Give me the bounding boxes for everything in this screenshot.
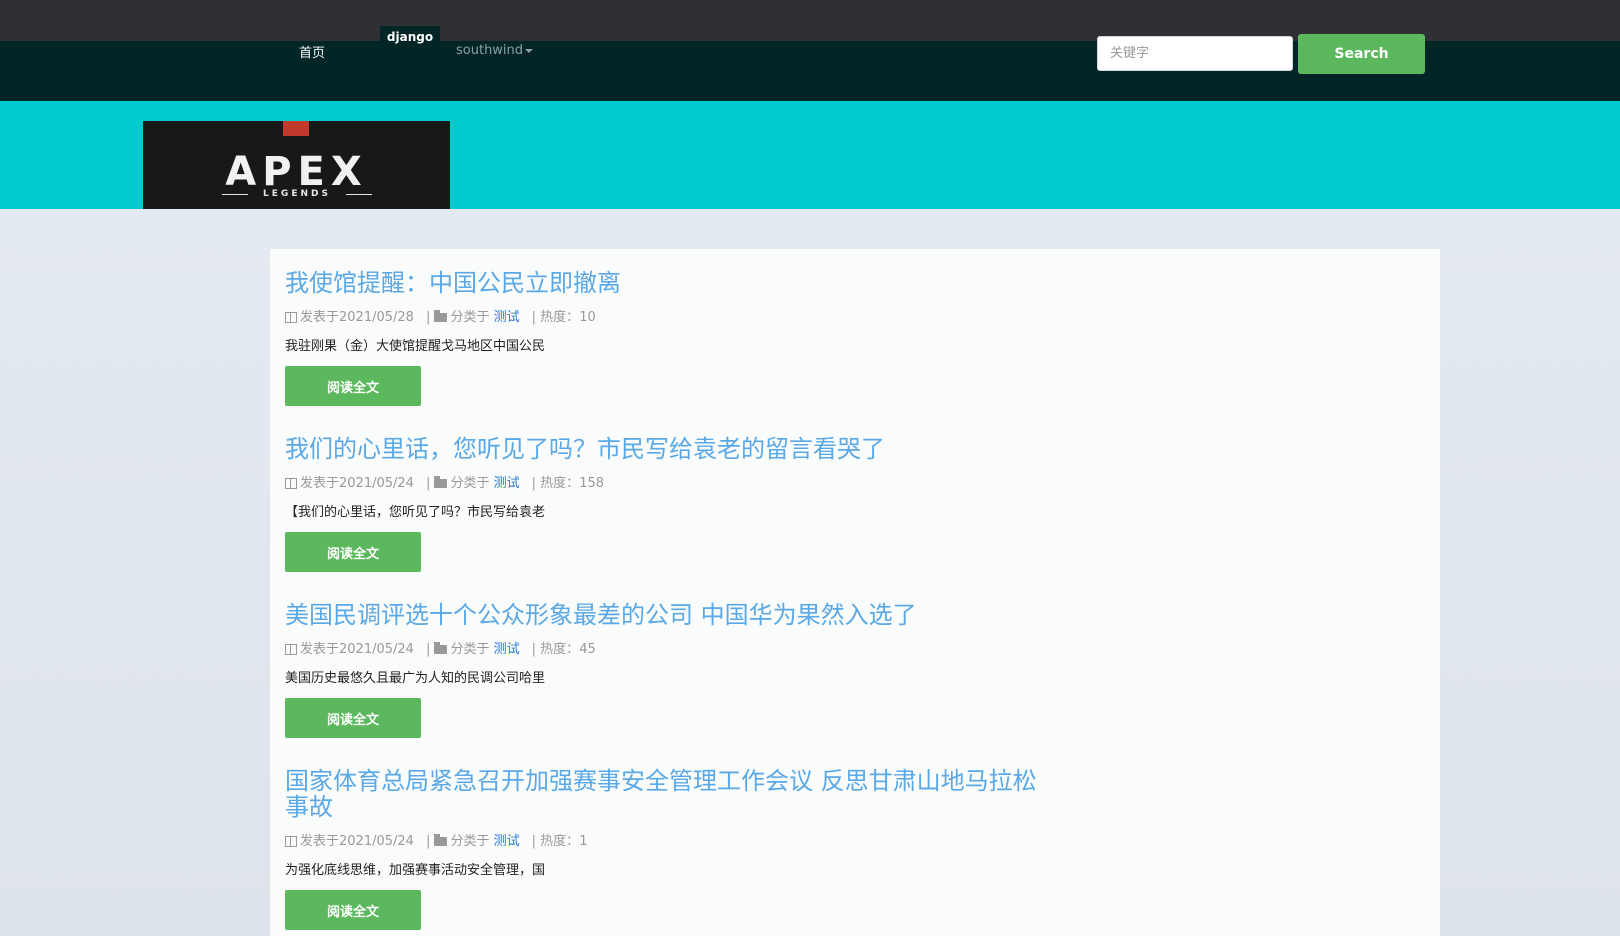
heat-value: 45 xyxy=(579,642,596,657)
apex-emblem-icon xyxy=(283,121,309,136)
heat-label: 热度： xyxy=(540,834,580,849)
nav-home-link[interactable]: 首页 xyxy=(299,42,325,61)
category-link[interactable]: 测试 xyxy=(494,310,520,325)
category-label: 分类于 xyxy=(450,642,490,657)
read-more-button[interactable]: 阅读全文 xyxy=(285,890,421,930)
article-title[interactable]: 美国民调评选十个公众形象最差的公司 中国华为果然入选了 xyxy=(285,602,1045,628)
read-more-button[interactable]: 阅读全文 xyxy=(285,698,421,738)
category-link[interactable]: 测试 xyxy=(494,642,520,657)
article-date: 发表于2021/05/28 xyxy=(300,310,414,325)
article-item: 我们的心里话，您听见了吗？市民写给袁老的留言看哭了 发表于2021/05/24 |… xyxy=(285,436,1045,572)
calendar-icon xyxy=(285,836,297,847)
nav-user-dropdown[interactable]: southwind xyxy=(456,43,534,58)
logo-rule-right xyxy=(346,194,372,195)
heat-value: 10 xyxy=(579,310,596,325)
logo-subtitle-row: LEGENDS xyxy=(222,189,372,201)
article-title[interactable]: 国家体育总局紧急召开加强赛事安全管理工作会议 反思甘肃山地马拉松事故 xyxy=(285,768,1045,820)
nav-user-label: southwind xyxy=(456,43,524,58)
read-more-button[interactable]: 阅读全文 xyxy=(285,532,421,572)
category-label: 分类于 xyxy=(450,310,490,325)
folder-icon xyxy=(434,642,448,654)
nav-brand-django[interactable]: django xyxy=(380,26,440,50)
article-meta: 发表于2021/05/24 | 分类于 测试 | 热度：1 xyxy=(285,830,1045,849)
search-input[interactable] xyxy=(1097,36,1293,71)
folder-icon xyxy=(434,310,448,322)
search-button[interactable]: Search xyxy=(1298,34,1425,74)
logo-subtitle: LEGENDS xyxy=(263,189,331,199)
calendar-icon xyxy=(285,312,297,323)
category-label: 分类于 xyxy=(450,476,490,491)
article-meta: 发表于2021/05/24 | 分类于 测试 | 热度：45 xyxy=(285,638,1045,657)
calendar-icon xyxy=(285,478,297,489)
article-excerpt: 【我们的心里话，您听见了吗？市民写给袁老 xyxy=(285,505,546,520)
article-date: 发表于2021/05/24 xyxy=(300,642,414,657)
heat-value: 1 xyxy=(579,834,588,849)
heat-label: 热度： xyxy=(540,310,580,325)
logo-rule-left xyxy=(222,194,248,195)
article-date: 发表于2021/05/24 xyxy=(300,834,414,849)
folder-icon xyxy=(434,834,448,846)
article-excerpt: 为强化底线思维，加强赛事活动安全管理，国 xyxy=(285,863,546,878)
heat-value: 158 xyxy=(579,476,605,491)
calendar-icon xyxy=(285,644,297,655)
article-excerpt: 美国历史最悠久且最广为人知的民调公司哈里 xyxy=(285,671,546,686)
article-item: 我使馆提醒：中国公民立即撤离 发表于2021/05/28 | 分类于 测试 | 热度… xyxy=(285,270,1045,406)
caret-down-icon xyxy=(525,48,534,53)
category-link[interactable]: 测试 xyxy=(494,476,520,491)
heat-label: 热度： xyxy=(540,642,580,657)
article-meta: 发表于2021/05/28 | 分类于 测试 | 热度：10 xyxy=(285,306,1045,325)
heat-label: 热度： xyxy=(540,476,580,491)
article-list: 我使馆提醒：中国公民立即撤离 发表于2021/05/28 | 分类于 测试 | 热度… xyxy=(270,249,1440,936)
article-title[interactable]: 我们的心里话，您听见了吗？市民写给袁老的留言看哭了 xyxy=(285,436,1045,462)
article-item: 美国民调评选十个公众形象最差的公司 中国华为果然入选了 发表于2021/05/2… xyxy=(285,602,1045,738)
read-more-button[interactable]: 阅读全文 xyxy=(285,366,421,406)
article-title[interactable]: 我使馆提醒：中国公民立即撤离 xyxy=(285,270,1045,296)
category-link[interactable]: 测试 xyxy=(494,834,520,849)
site-logo[interactable]: APEX LEGENDS xyxy=(143,121,450,209)
article-excerpt: 我驻刚果（金）大使馆提醒戈马地区中国公民 xyxy=(285,339,546,354)
category-label: 分类于 xyxy=(450,834,490,849)
folder-icon xyxy=(434,476,448,488)
article-meta: 发表于2021/05/24 | 分类于 测试 | 热度：158 xyxy=(285,472,1045,491)
article-item: 国家体育总局紧急召开加强赛事安全管理工作会议 反思甘肃山地马拉松事故 发表于20… xyxy=(285,768,1045,930)
article-date: 发表于2021/05/24 xyxy=(300,476,414,491)
